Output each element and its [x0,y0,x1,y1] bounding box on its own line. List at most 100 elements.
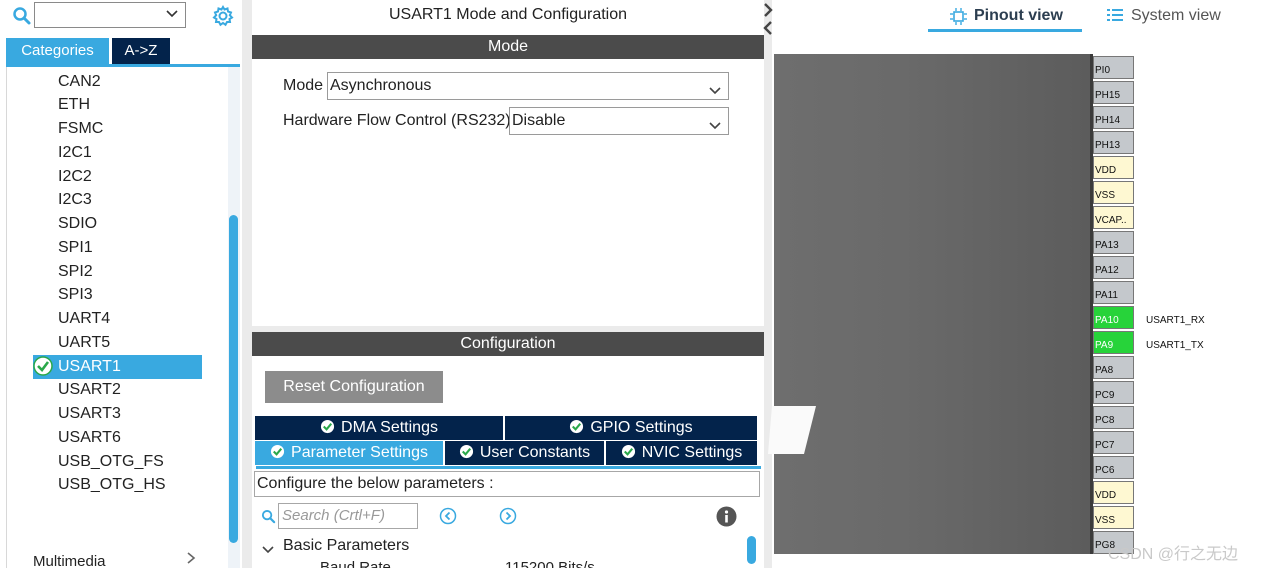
tree-item-uart4[interactable]: UART4 [58,308,110,330]
pin-signal-label: USART1_RX [1146,315,1205,326]
tab-label: NVIC Settings [641,444,743,461]
configuration-section-header: Configuration [252,332,764,356]
pin-pa12[interactable]: PA12 [1093,256,1134,279]
pin-pc8[interactable]: PC8 [1093,406,1134,429]
tab-label: Parameter Settings [291,444,428,461]
tab-parameter-settings[interactable]: Parameter Settings [255,441,443,465]
mode-select-value: Asynchronous [330,77,432,94]
tab-categories[interactable]: Categories [6,38,109,64]
cut-off-parameter-row: Baud Rate 115200 Bits/s [252,557,764,568]
tab-nvic-settings[interactable]: NVIC Settings [606,441,757,465]
tab-user-constants[interactable]: User Constants [445,441,604,465]
check-circle-icon [621,443,636,467]
check-circle-icon [270,443,285,467]
tree-item-usart2[interactable]: USART2 [58,379,121,401]
flow-control-value: Disable [512,112,566,129]
left-panel: Categories A->Z CAN2 ETH FSMC I2C1 I2C2 … [0,0,242,570]
pin-ph13[interactable]: PH13 [1093,131,1134,154]
tree-scrollbar-thumb[interactable] [229,215,238,543]
chip-logo-fragment [768,406,816,454]
tab-label: GPIO Settings [590,419,693,436]
check-circle-icon [320,418,335,442]
tab-dma-settings[interactable]: DMA Settings [255,416,503,440]
pin-vdd[interactable]: VDD [1093,156,1134,179]
chevron-down-icon[interactable] [165,6,179,20]
watermark: CSDN @行之无边 [1108,546,1239,563]
chip-edge [1090,54,1093,554]
tree-item-usart1[interactable]: USART1 [58,356,121,378]
pin-vss[interactable]: VSS [1093,506,1134,529]
tree-item-spi3[interactable]: SPI3 [58,284,93,306]
panel-title: USART1 Mode and Configuration [388,6,628,23]
pin-pc9[interactable]: PC9 [1093,381,1134,404]
mode-select[interactable]: Asynchronous [327,72,729,100]
check-circle-icon [33,356,53,376]
tree-border [6,67,7,568]
tree-item-can2[interactable]: CAN2 [58,71,101,93]
pin-pa9[interactable]: PA9 [1093,331,1134,354]
config-scrollbar-thumb[interactable] [747,536,756,564]
check-circle-icon [569,418,584,442]
previous-match-icon[interactable] [439,507,457,525]
gear-icon[interactable] [212,5,234,27]
pin-ph14[interactable]: PH14 [1093,106,1134,129]
tree-item-usb-otg-fs[interactable]: USB_OTG_FS [58,451,164,473]
tree-item-i2c2[interactable]: I2C2 [58,166,92,188]
chevron-down-icon[interactable] [262,542,274,554]
search-icon[interactable] [261,509,276,524]
tab-a-to-z[interactable]: A->Z [112,38,170,64]
search-combo[interactable] [34,2,186,28]
basic-parameters-group[interactable]: Basic Parameters [283,537,409,555]
tab-label: User Constants [479,444,591,461]
chevron-down-icon[interactable] [708,115,722,130]
pin-vcap[interactable]: VCAP.. [1093,206,1134,229]
pin-signal-label: USART1_TX [1146,340,1204,351]
pin-pa10[interactable]: PA10 [1093,306,1134,329]
chip-icon [950,8,967,25]
chevron-right-icon[interactable] [186,551,196,569]
tree-item-usb-otg-hs[interactable]: USB_OTG_HS [58,474,166,496]
tree-item-eth[interactable]: ETH [58,94,90,116]
pin-pc6[interactable]: PC6 [1093,456,1134,479]
reset-configuration-button[interactable]: Reset Configuration [265,371,443,403]
pin-pa8[interactable]: PA8 [1093,356,1134,379]
pin-pa11[interactable]: PA11 [1093,281,1134,304]
category-multimedia[interactable]: Multimedia [33,553,106,570]
tree-item-sdio[interactable]: SDIO [58,213,97,235]
tab-underline [256,466,761,469]
pin-pi0[interactable]: PI0 [1093,56,1134,79]
tree-item-usart6[interactable]: USART6 [58,427,121,449]
pin-pc7[interactable]: PC7 [1093,431,1134,454]
tree-item-fsmc[interactable]: FSMC [58,118,103,140]
search-icon[interactable] [12,6,32,26]
pin-vdd[interactable]: VDD [1093,481,1134,504]
tree-item-spi2[interactable]: SPI2 [58,261,93,283]
pin-pa13[interactable]: PA13 [1093,231,1134,254]
flow-control-label: Hardware Flow Control (RS232) [283,112,511,129]
tab-pinout-view[interactable]: Pinout view [974,7,1063,25]
mcu-chip-body [774,54,1090,554]
mode-section-header: Mode [252,35,764,59]
tree-item-uart5[interactable]: UART5 [58,332,110,354]
parameter-name: Baud Rate [320,559,391,568]
flow-control-select[interactable]: Disable [509,107,729,135]
chevron-down-icon[interactable] [708,80,722,95]
pinout-view-underline [928,29,1082,32]
tree-item-i2c1[interactable]: I2C1 [58,142,92,164]
next-match-icon[interactable] [499,507,517,525]
list-view-icon [1107,8,1124,25]
tree-item-usart3[interactable]: USART3 [58,403,121,425]
pin-vss[interactable]: VSS [1093,181,1134,204]
mode-label: Mode [283,77,324,94]
tab-system-view[interactable]: System view [1131,7,1221,25]
parameter-value: 115200 Bits/s [505,559,595,568]
info-icon[interactable] [716,506,737,527]
tree-item-spi1[interactable]: SPI1 [58,237,93,259]
tab-label: DMA Settings [341,419,438,436]
parameter-search-input[interactable]: Search (Crtl+F) [278,503,418,529]
tree-item-i2c3[interactable]: I2C3 [58,189,92,211]
pin-ph15[interactable]: PH15 [1093,81,1134,104]
tab-gpio-settings[interactable]: GPIO Settings [505,416,757,440]
collapse-handle-icon[interactable] [762,0,774,40]
configure-description: Configure the below parameters : [254,471,760,497]
